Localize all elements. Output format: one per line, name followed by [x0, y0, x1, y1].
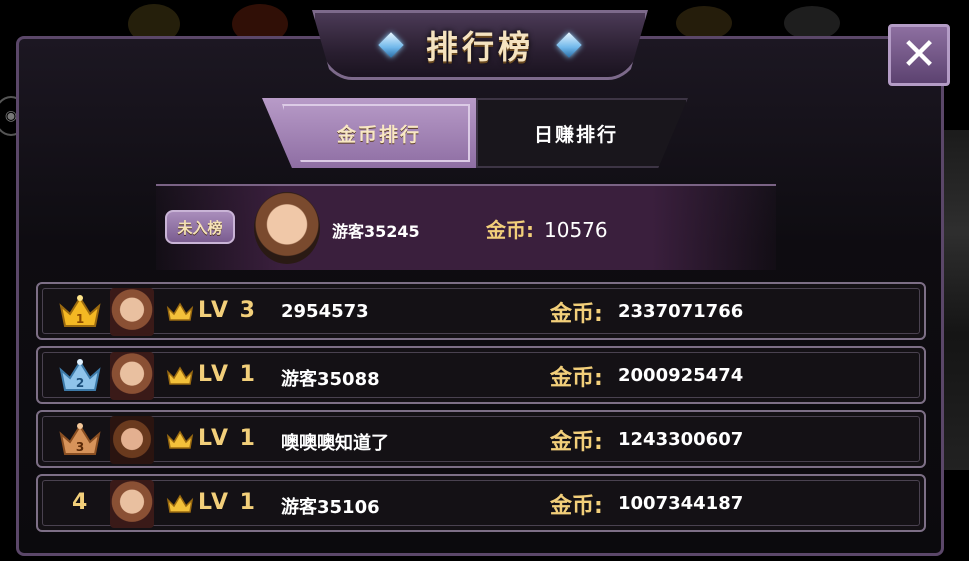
gold-value: 1243300607 — [618, 429, 744, 450]
player-name: 游客35106 — [281, 497, 380, 518]
page-title: 排行榜 — [425, 28, 534, 66]
gold-label: 金币: — [486, 218, 534, 242]
rank-number: 1 — [76, 312, 84, 326]
rank-number: 4 — [72, 490, 88, 515]
gold-value: 1007344187 — [618, 493, 744, 514]
background-trophy-icon — [676, 6, 732, 40]
gold-value: 2000925474 — [618, 365, 744, 386]
gold-value: 2337071766 — [618, 301, 744, 322]
unranked-badge: 未入榜 — [165, 210, 235, 244]
avatar[interactable] — [110, 352, 154, 400]
background-settings-icon — [784, 6, 840, 40]
level-label: LV 3 — [198, 298, 257, 323]
table-row[interactable]: 2 LV 1 游客35088 金币: 2000925474 — [36, 346, 926, 404]
avatar[interactable] — [110, 288, 154, 336]
rank-number: 2 — [76, 376, 84, 390]
silver-crown-icon: 2 — [59, 359, 101, 391]
player-name: 2954573 — [281, 301, 369, 322]
ranking-list: 1 LV 3 2954573 金币: 2337071766 2 LV 1 游客3… — [36, 282, 926, 538]
gold-crown-icon: 1 — [59, 295, 101, 327]
avatar[interactable] — [110, 480, 154, 528]
gold-value: 10576 — [544, 218, 608, 242]
title-banner: 排行榜 — [312, 10, 648, 80]
tab-bar: 金币排行 日赚排行 — [262, 98, 688, 168]
tab-label: 日赚排行 — [533, 123, 618, 146]
table-row[interactable]: 4 LV 1 游客35106 金币: 1007344187 — [36, 474, 926, 532]
level-label: LV 1 — [198, 426, 257, 451]
avatar[interactable] — [254, 192, 320, 264]
close-icon: ✕ — [900, 29, 938, 80]
level-crown-icon — [166, 302, 194, 321]
my-rank-row: 未入榜 游客35245 金币: 10576 — [156, 184, 776, 270]
level-crown-icon — [166, 430, 194, 449]
tab-daily-earnings[interactable]: 日赚排行 — [476, 98, 688, 168]
level-label: LV 1 — [198, 490, 257, 515]
player-name: 噢噢噢知道了 — [281, 433, 389, 454]
level-crown-icon — [166, 494, 194, 513]
diamond-icon — [556, 32, 582, 58]
level-label: LV 1 — [198, 362, 257, 387]
level-crown-icon — [166, 366, 194, 385]
tab-label: 金币排行 — [336, 123, 421, 146]
bronze-crown-icon: 3 — [59, 423, 101, 455]
table-row[interactable]: 1 LV 3 2954573 金币: 2337071766 — [36, 282, 926, 340]
gold-label: 金币: — [550, 366, 603, 391]
gold-label: 金币: — [550, 302, 603, 327]
gold-label: 金币: — [550, 494, 603, 519]
tab-gold-ranking[interactable]: 金币排行 — [262, 98, 476, 168]
avatar[interactable] — [110, 416, 154, 464]
player-name: 游客35088 — [281, 369, 380, 390]
diamond-icon — [378, 32, 404, 58]
gold-label: 金币: — [550, 430, 603, 455]
player-name: 游客35245 — [332, 222, 420, 241]
table-row[interactable]: 3 LV 1 噢噢噢知道了 金币: 1243300607 — [36, 410, 926, 468]
rank-number: 3 — [76, 440, 84, 454]
close-button[interactable]: ✕ — [888, 24, 950, 86]
